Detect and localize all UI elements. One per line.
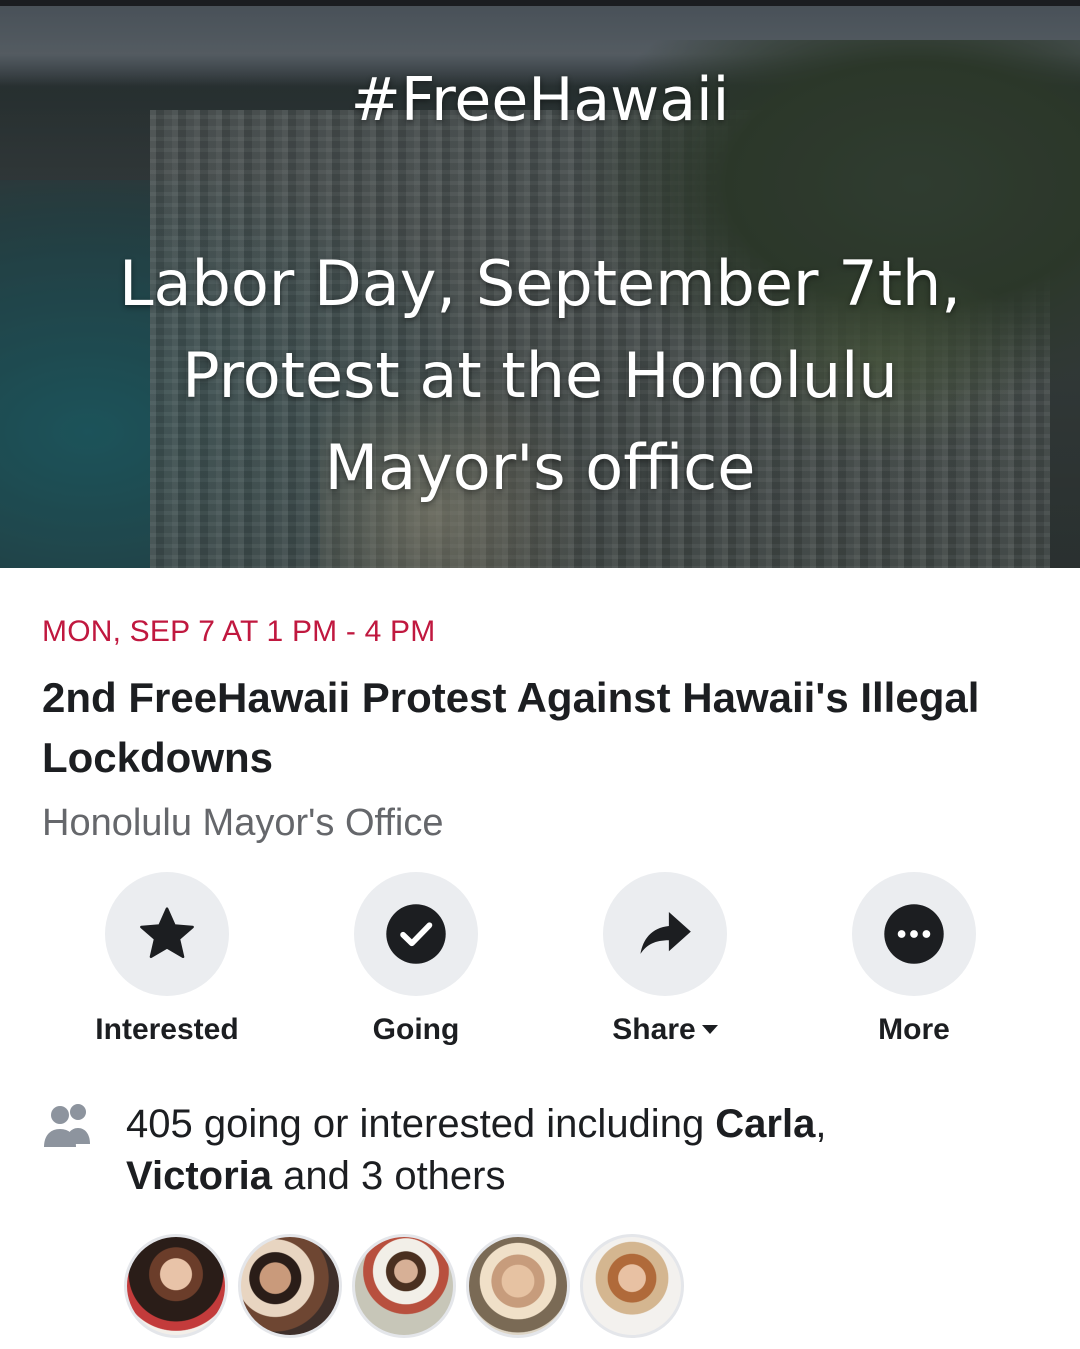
cover-headline-line-1: Labor Day, September 7th, bbox=[118, 247, 962, 320]
interested-button[interactable]: Interested bbox=[42, 872, 292, 1052]
cover-headline-line-2: Protest at the Honolulu bbox=[182, 339, 898, 412]
cover-hashtag: #FreeHawaii bbox=[350, 65, 730, 135]
more-button[interactable]: More bbox=[789, 872, 1039, 1052]
share-arrow-icon bbox=[640, 912, 691, 954]
avatar[interactable] bbox=[466, 1234, 570, 1338]
interested-label: Interested bbox=[95, 1013, 239, 1046]
attendee-avatars bbox=[124, 1234, 724, 1340]
avatar[interactable] bbox=[352, 1234, 456, 1338]
share-label: Share bbox=[540, 1012, 790, 1048]
avatar[interactable] bbox=[238, 1234, 342, 1338]
attendee-name-victoria[interactable]: Victoria bbox=[126, 1154, 272, 1198]
more-dots-icon bbox=[884, 904, 944, 964]
event-title: 2nd FreeHawaii Protest Against Hawaii's … bbox=[42, 674, 980, 781]
avatar[interactable] bbox=[580, 1234, 684, 1338]
going-label: Going bbox=[372, 1013, 460, 1046]
avatar[interactable] bbox=[124, 1234, 228, 1338]
cover-headline-line-3: Mayor's office bbox=[324, 431, 756, 504]
caret-down-icon bbox=[701, 1025, 718, 1035]
going-button[interactable]: Going bbox=[291, 872, 541, 1052]
event-cover-image[interactable]: #FreeHawaii Labor Day, September 7th, Pr… bbox=[0, 0, 1080, 568]
event-action-bar: Interested Going Share More bbox=[0, 872, 1080, 1062]
check-circle-icon bbox=[386, 904, 446, 964]
attendee-summary[interactable]: 405 going or interested including Carla,… bbox=[126, 1098, 1036, 1202]
share-button[interactable]: Share bbox=[540, 872, 790, 1052]
event-date: MON, SEP 7 AT 1 PM - 4 PM bbox=[42, 615, 436, 648]
attendee-name-carla[interactable]: Carla bbox=[715, 1102, 815, 1146]
event-location-link[interactable]: Honolulu Mayor's Office bbox=[42, 800, 444, 846]
more-label: More bbox=[878, 1013, 950, 1046]
star-icon bbox=[140, 907, 194, 959]
people-icon bbox=[44, 1104, 90, 1147]
